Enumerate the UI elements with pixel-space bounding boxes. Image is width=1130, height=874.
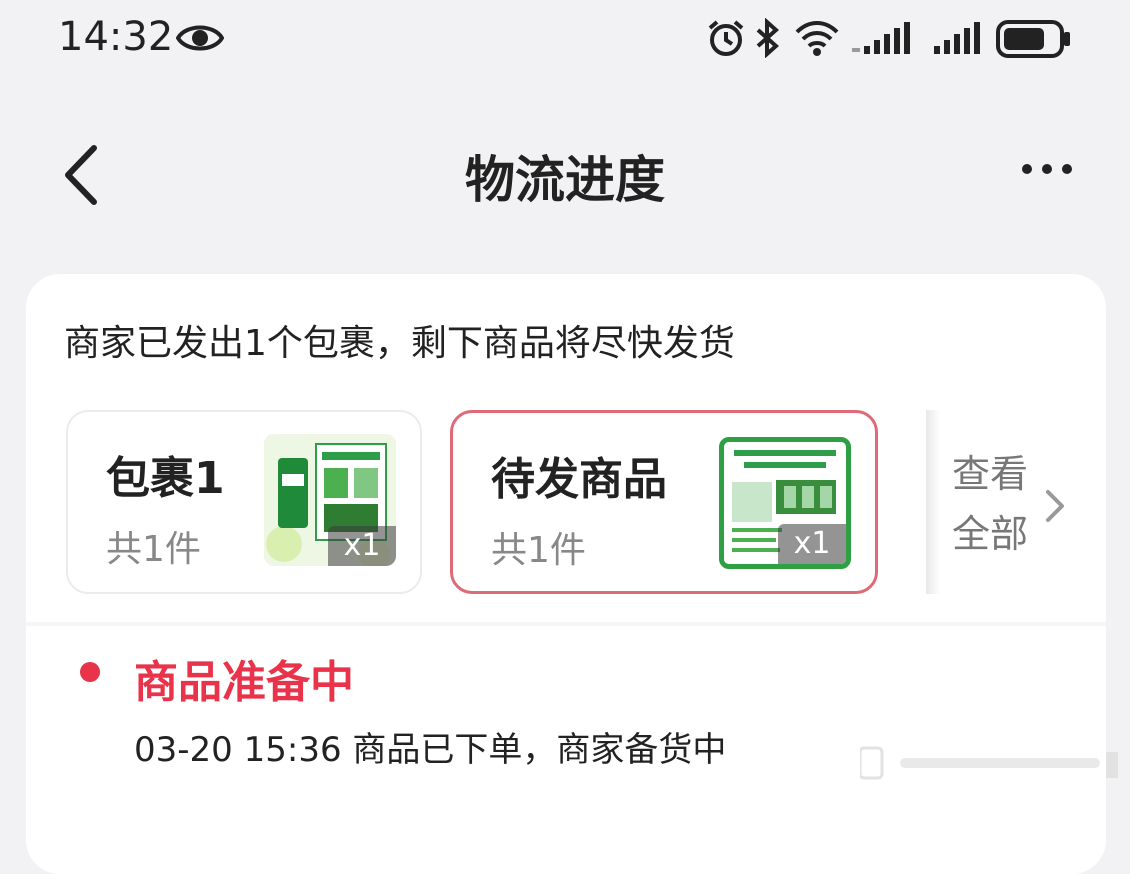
logistics-detail: 03-20 15:36 商品已下单，商家备货中: [134, 730, 727, 770]
more-dot: [1062, 164, 1072, 174]
logistics-status: 商品准备中: [134, 657, 354, 708]
watermark: [858, 744, 1122, 784]
more-dot: [1022, 164, 1032, 174]
product-thumbnail: x1: [264, 434, 396, 566]
signal-icon: [852, 22, 916, 58]
eye-icon: [175, 20, 225, 60]
product-thumbnail: x1: [719, 437, 851, 569]
status-dot-icon: [80, 662, 100, 682]
shipment-notice: 商家已发出1个包裹，剩下商品将尽快发货: [64, 323, 735, 364]
quantity-badge: x1: [328, 526, 396, 566]
chevron-right-icon: [1044, 486, 1068, 530]
battery-icon: [996, 20, 1072, 62]
package-count: 共1件: [106, 529, 201, 570]
package-tab-pending[interactable]: 待发商品 共1件 x1: [450, 410, 878, 594]
package-count: 共1件: [491, 530, 586, 571]
section-divider: [26, 622, 1106, 626]
clock-time: 14:32: [58, 14, 174, 60]
scroll-shade: [926, 410, 940, 594]
package-title: 待发商品: [491, 454, 667, 505]
quantity-badge: x1: [778, 524, 846, 564]
more-dot: [1042, 164, 1052, 174]
wifi-icon: [793, 18, 841, 62]
view-all-label: 查看全部: [952, 452, 1029, 556]
more-icon[interactable]: [1020, 158, 1076, 182]
package-title: 包裹1: [106, 453, 225, 504]
page-title: 物流进度: [465, 151, 665, 209]
alarm-icon: [706, 18, 746, 62]
status-bar: 14:32: [0, 0, 1130, 80]
bluetooth-icon: [754, 17, 782, 62]
signal-icon: [934, 22, 984, 58]
view-all-button[interactable]: 查看全部: [926, 410, 1106, 594]
package-tab-1[interactable]: 包裹1 共1件 x1: [66, 410, 422, 594]
